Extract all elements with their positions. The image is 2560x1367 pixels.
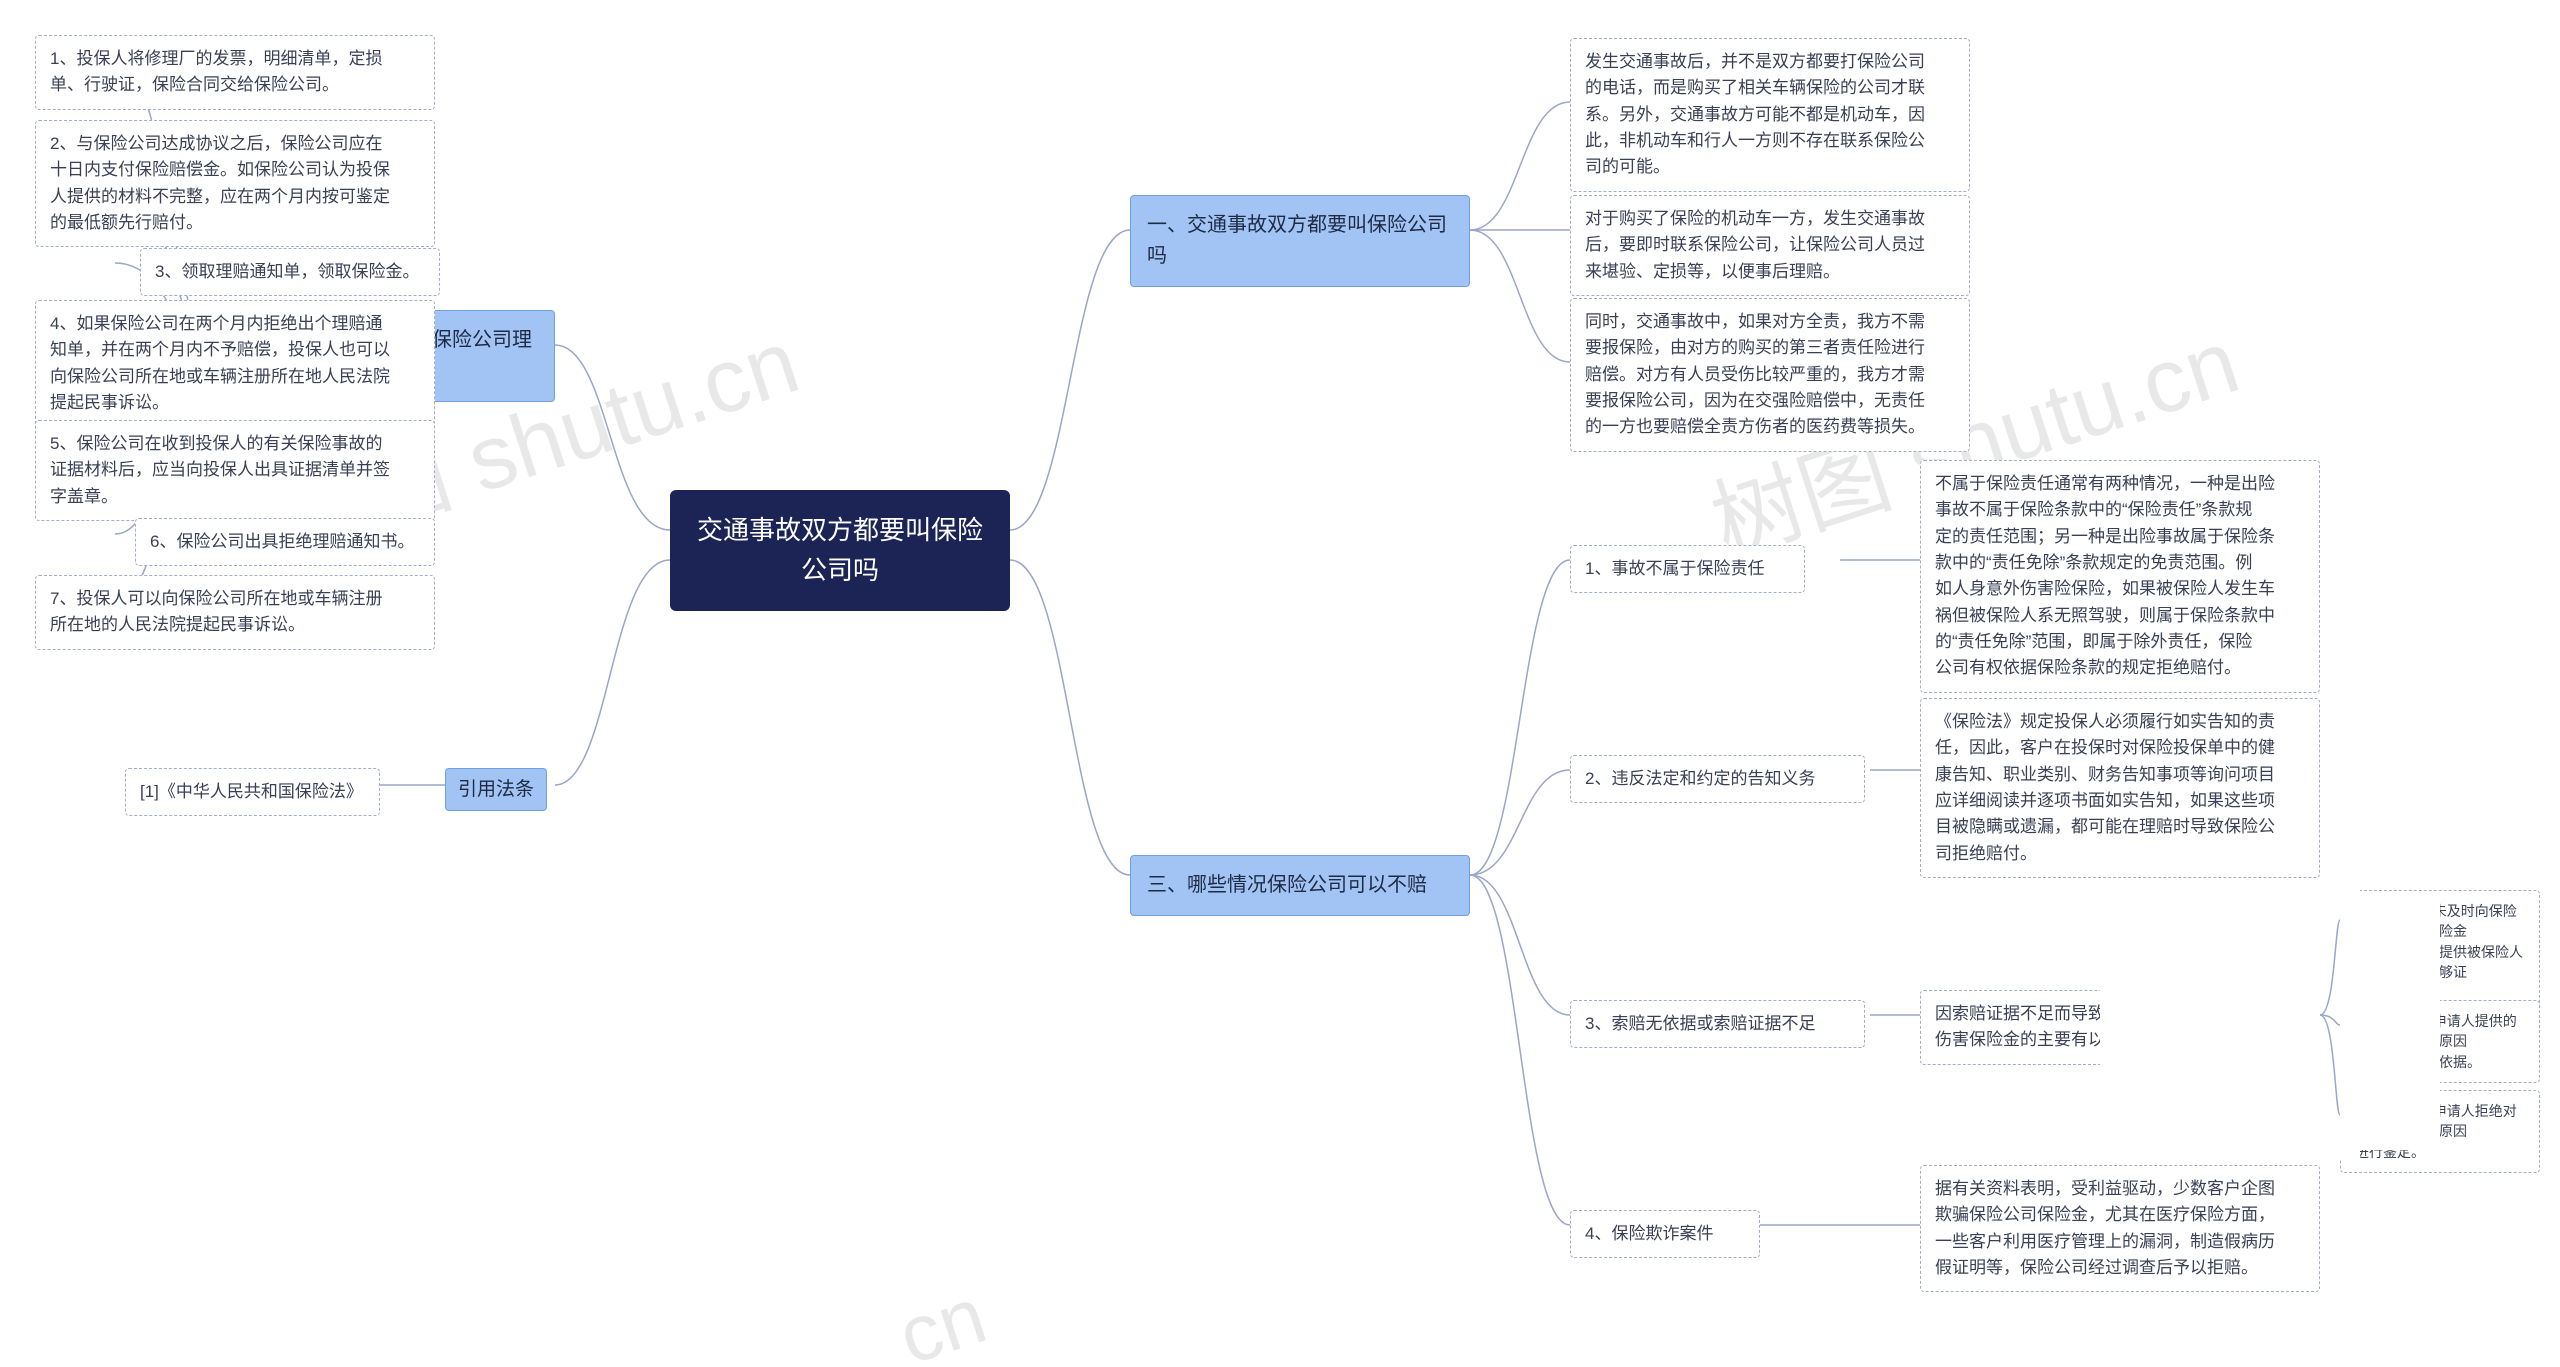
mindmap-canvas: 树图 shutu.cn 树图 shutu.cn cn	[0, 0, 2560, 1367]
leaf-text: 2、与保险公司达成协议之后，保险公司应在 十日内支付保险赔偿金。如保险公司认为投…	[50, 134, 390, 232]
watermark: cn	[888, 1269, 997, 1367]
b3-s4-text[interactable]: 据有关资料表明，受利益驱动，少数客户企图 欺骗保险公司保险金，尤其在医疗保险方面…	[1920, 1165, 2320, 1292]
root-text: 交通事故双方都要叫保险 公司吗	[697, 515, 983, 585]
branch-law[interactable]: 引用法条	[445, 768, 547, 811]
b3-s3-child-1[interactable]: （1）出险后未及时向保险公司报案，保险金 申请人又无法提供被保险人出险原因的足够…	[2340, 890, 2540, 1013]
leaf-text: 对于购买了保险的机动车一方，发生交通事故 后，要即时联系保险公司，让保险公司人员…	[1585, 209, 1925, 281]
b2-item-3[interactable]: 3、领取理赔通知单，领取保险金。	[140, 248, 440, 296]
law-ref-text: [1]《中华人民共和国保险法》	[140, 782, 363, 801]
leaf-text: 据有关资料表明，受利益驱动，少数客户企图 欺骗保险公司保险金，尤其在医疗保险方面…	[1935, 1179, 2275, 1277]
b3-s3-child-3[interactable]: （3）保险金申请人拒绝对被保险人出险原因 进行鉴定。	[2340, 1090, 2540, 1173]
b3-s3-main[interactable]: 因索赔证据不足而导致保险公司拒付人身意外 伤害保险金的主要有以下三种情况：	[1920, 990, 2320, 1065]
root-node[interactable]: 交通事故双方都要叫保险 公司吗	[670, 490, 1010, 611]
b3-s3-label[interactable]: 3、索赔无依据或索赔证据不足	[1570, 1000, 1865, 1048]
b3-s1-label[interactable]: 1、事故不属于保险责任	[1570, 545, 1805, 593]
leaf-text: 4、如果保险公司在两个月内拒绝出个理赔通 知单，并在两个月内不予赔偿，投保人也可…	[50, 314, 390, 412]
b2-item-2[interactable]: 2、与保险公司达成协议之后，保险公司应在 十日内支付保险赔偿金。如保险公司认为投…	[35, 120, 435, 247]
leaf-text: 7、投保人可以向保险公司所在地或车辆注册 所在地的人民法院提起民事诉讼。	[50, 589, 382, 634]
leaf-text: 3、领取理赔通知单，领取保险金。	[155, 262, 419, 281]
b1-item-3[interactable]: 同时，交通事故中，如果对方全责，我方不需 要报保险，由对方的购买的第三者责任险进…	[1570, 298, 1970, 452]
leaf-text: 不属于保险责任通常有两种情况，一种是出险 事故不属于保险条款中的“保险责任”条款…	[1935, 474, 2275, 677]
b2-item-4[interactable]: 4、如果保险公司在两个月内拒绝出个理赔通 知单，并在两个月内不予赔偿，投保人也可…	[35, 300, 435, 427]
b2-item-6[interactable]: 6、保险公司出具拒绝理赔通知书。	[135, 518, 435, 566]
leaf-text: 《保险法》规定投保人必须履行如实告知的责 任，因此，客户在投保时对保险投保单中的…	[1935, 712, 2275, 863]
leaf-text: 2、违反法定和约定的告知义务	[1585, 769, 1815, 788]
leaf-text: 发生交通事故后，并不是双方都要打保险公司 的电话，而是购买了相关车辆保险的公司才…	[1585, 52, 1925, 176]
leaf-text: 5、保险公司在收到投保人的有关保险事故的 证据材料后，应当向投保人出具证据清单并…	[50, 434, 390, 506]
leaf-text: 6、保险公司出具拒绝理赔通知书。	[150, 532, 414, 551]
leaf-text: 因索赔证据不足而导致保险公司拒付人身意外 伤害保险金的主要有以下三种情况：	[1935, 1004, 2275, 1049]
b3-s2-label[interactable]: 2、违反法定和约定的告知义务	[1570, 755, 1865, 803]
branch-1-title: 一、交通事故双方都要叫保险公司 吗	[1147, 214, 1447, 267]
b3-s2-text[interactable]: 《保险法》规定投保人必须履行如实告知的责 任，因此，客户在投保时对保险投保单中的…	[1920, 698, 2320, 878]
leaf-text: 同时，交通事故中，如果对方全责，我方不需 要报保险，由对方的购买的第三者责任险进…	[1585, 312, 1925, 436]
leaf-text: （1）出险后未及时向保险公司报案，保险金 申请人又无法提供被保险人出险原因的足够…	[2355, 903, 2523, 1000]
branch-3[interactable]: 三、哪些情况保险公司可以不赔	[1130, 855, 1470, 916]
leaf-text: 1、投保人将修理厂的发票，明细清单，定损 单、行驶证，保险合同交给保险公司。	[50, 49, 382, 94]
leaf-text: 4、保险欺诈案件	[1585, 1224, 1713, 1243]
branch-1[interactable]: 一、交通事故双方都要叫保险公司 吗	[1130, 195, 1470, 287]
leaf-text: （2）保险金申请人提供的被保险人出险原因 证明缺乏法律依据。	[2355, 1013, 2517, 1070]
b3-s4-label[interactable]: 4、保险欺诈案件	[1570, 1210, 1760, 1258]
b3-s1-text[interactable]: 不属于保险责任通常有两种情况，一种是出险 事故不属于保险条款中的“保险责任”条款…	[1920, 460, 2320, 693]
branch-law-title: 引用法条	[458, 779, 534, 800]
leaf-text: 1、事故不属于保险责任	[1585, 559, 1764, 578]
b2-item-1[interactable]: 1、投保人将修理厂的发票，明细清单，定损 单、行驶证，保险合同交给保险公司。	[35, 35, 435, 110]
leaf-text: 3、索赔无依据或索赔证据不足	[1585, 1014, 1815, 1033]
b2-item-5[interactable]: 5、保险公司在收到投保人的有关保险事故的 证据材料后，应当向投保人出具证据清单并…	[35, 420, 435, 521]
b1-item-2[interactable]: 对于购买了保险的机动车一方，发生交通事故 后，要即时联系保险公司，让保险公司人员…	[1570, 195, 1970, 296]
law-ref[interactable]: [1]《中华人民共和国保险法》	[125, 768, 380, 816]
branch-3-title: 三、哪些情况保险公司可以不赔	[1147, 874, 1427, 896]
b3-s3-child-2[interactable]: （2）保险金申请人提供的被保险人出险原因 证明缺乏法律依据。	[2340, 1000, 2540, 1083]
b2-item-7[interactable]: 7、投保人可以向保险公司所在地或车辆注册 所在地的人民法院提起民事诉讼。	[35, 575, 435, 650]
leaf-text: （3）保险金申请人拒绝对被保险人出险原因 进行鉴定。	[2355, 1103, 2517, 1160]
b1-item-1[interactable]: 发生交通事故后，并不是双方都要打保险公司 的电话，而是购买了相关车辆保险的公司才…	[1570, 38, 1970, 192]
